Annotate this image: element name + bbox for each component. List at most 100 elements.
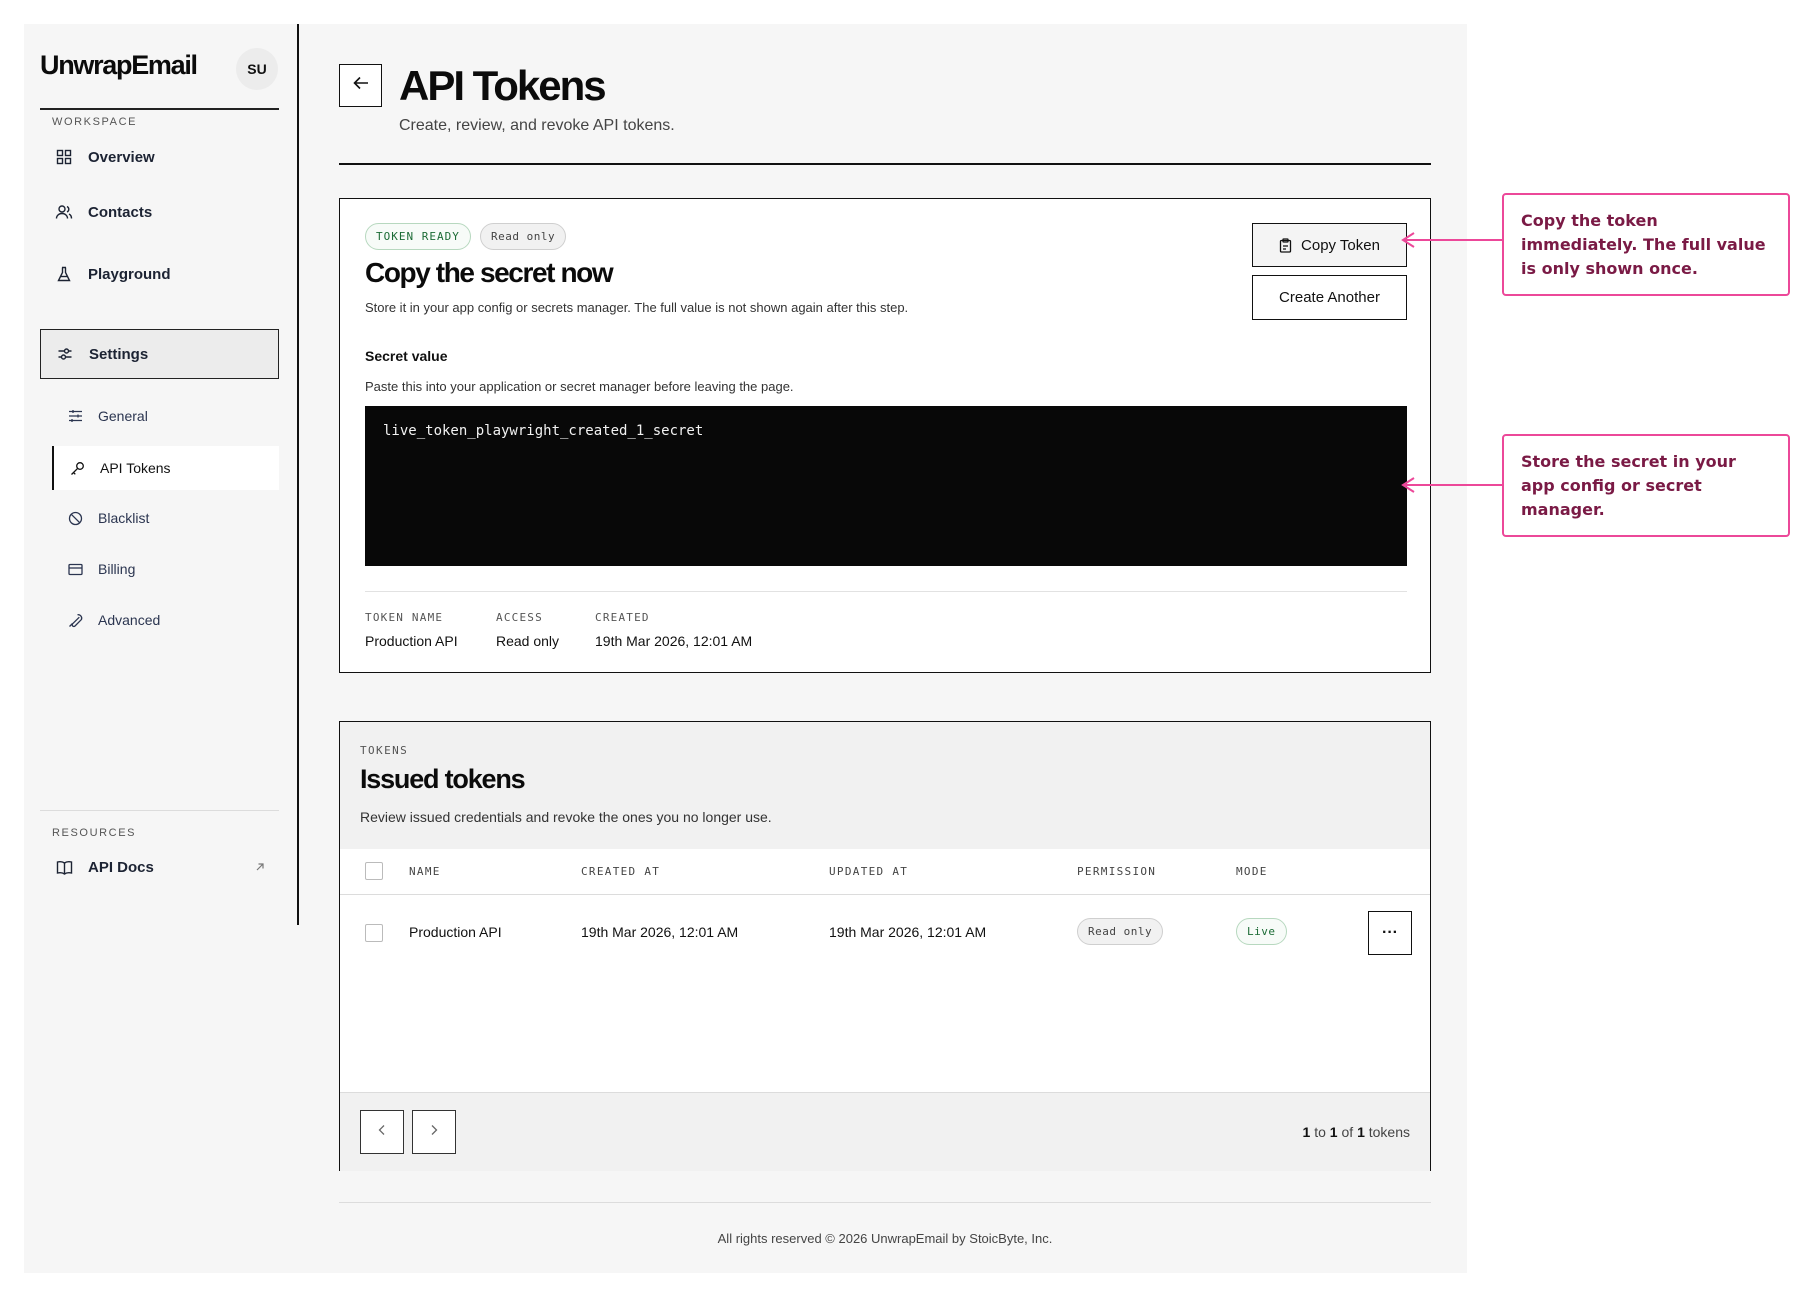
wrench-icon	[66, 611, 84, 629]
pagination: 1 to 1 of 1 tokens	[340, 1092, 1430, 1171]
annotation-arrow	[1401, 232, 1502, 248]
mode-badge: Live	[1236, 918, 1287, 945]
page-to: 1	[1329, 1124, 1338, 1140]
workspace-section-label: WORKSPACE	[52, 116, 138, 128]
settings-item-general[interactable]: General	[52, 395, 279, 437]
settings-item-label: Billing	[98, 561, 136, 577]
table-header: NAME CREATED AT UPDATED AT PERMISSION MO…	[340, 849, 1430, 895]
annotation-callout: Store the secret in your app config or s…	[1502, 434, 1790, 537]
page-from: 1	[1302, 1124, 1311, 1140]
annotation-callout: Copy the token immediately. The full val…	[1502, 193, 1790, 296]
sidebar-item-api-docs[interactable]: API Docs	[40, 843, 279, 891]
secret-value-label: Secret value	[365, 348, 448, 364]
created-meta: CREATED 19th Mar 2026, 12:01 AM	[595, 611, 752, 649]
create-another-button[interactable]: Create Another	[1252, 275, 1407, 320]
app-window: UnwrapEmail SU WORKSPACE Overview Contac…	[24, 24, 1467, 1273]
page-of-word: of	[1341, 1124, 1354, 1140]
column-header-updated-at[interactable]: UPDATED AT	[829, 865, 908, 878]
settings-item-label: Blacklist	[98, 510, 150, 526]
secret-value-hint: Paste this into your application or secr…	[365, 379, 794, 394]
row-checkbox[interactable]	[365, 924, 383, 942]
divider	[365, 591, 1407, 592]
resources-section-label: RESOURCES	[52, 827, 137, 839]
meta-label: CREATED	[595, 611, 650, 624]
next-page-button[interactable]	[412, 1110, 456, 1154]
meta-label: TOKEN NAME	[365, 611, 444, 624]
settings-item-label: API Tokens	[100, 460, 171, 476]
meta-label: ACCESS	[496, 611, 543, 624]
grid-icon	[54, 147, 74, 167]
secret-card-description: Store it in your app config or secrets m…	[365, 300, 909, 315]
select-all-checkbox[interactable]	[365, 862, 383, 880]
secret-card-title: Copy the secret now	[365, 257, 614, 288]
sidebar-item-label: Settings	[89, 345, 149, 363]
secret-value-box[interactable]: live_token_playwright_created_1_secret	[365, 406, 1407, 566]
sidebar-item-contacts[interactable]: Contacts	[40, 188, 279, 236]
column-header-mode[interactable]: MODE	[1236, 865, 1268, 878]
tokens-title: Issued tokens	[360, 764, 526, 794]
copy-token-button[interactable]: Copy Token	[1252, 223, 1407, 267]
sidebar-item-overview[interactable]: Overview	[40, 133, 279, 181]
tokens-card: TOKENS Issued tokens Review issued crede…	[339, 721, 1431, 1171]
chevron-left-icon	[378, 1123, 386, 1141]
settings-item-advanced[interactable]: Advanced	[52, 599, 279, 641]
meta-value: Production API	[365, 633, 458, 649]
arrow-up-right-icon	[255, 859, 265, 876]
flask-icon	[54, 264, 74, 284]
chevron-right-icon	[430, 1123, 438, 1141]
credit-card-icon	[66, 560, 84, 578]
sliders-icon	[55, 344, 75, 364]
users-icon	[54, 202, 74, 222]
back-button[interactable]	[339, 64, 382, 107]
settings-item-label: General	[98, 408, 148, 424]
arrow-left-icon	[352, 76, 369, 95]
previous-page-button[interactable]	[360, 1110, 404, 1154]
settings-item-label: Advanced	[98, 612, 161, 628]
pagination-info: 1 to 1 of 1 tokens	[1303, 1124, 1410, 1140]
meta-value: 19th Mar 2026, 12:01 AM	[595, 633, 753, 649]
token-ready-badge: TOKEN READY	[365, 223, 471, 250]
row-actions-menu-button[interactable]: ···	[1368, 911, 1412, 955]
created-at-cell: 19th Mar 2026, 12:01 AM	[581, 924, 739, 940]
column-header-permission[interactable]: PERMISSION	[1077, 865, 1156, 878]
access-meta: ACCESS Read only	[496, 611, 559, 649]
tokens-card-header: TOKENS Issued tokens Review issued crede…	[340, 722, 1430, 850]
updated-at-cell: 19th Mar 2026, 12:01 AM	[829, 924, 987, 940]
sliders-horizontal-icon	[66, 407, 84, 425]
sidebar-item-playground[interactable]: Playground	[40, 250, 279, 298]
footer-divider	[339, 1202, 1431, 1203]
meta-value: Read only	[496, 633, 560, 649]
access-badge: Read only	[480, 223, 567, 250]
key-icon	[68, 459, 86, 477]
copy-token-label: Copy Token	[1301, 236, 1380, 254]
sidebar-item-label: Overview	[88, 148, 155, 166]
page-subtitle: Create, review, and revoke API tokens.	[399, 117, 675, 134]
divider	[40, 108, 279, 110]
header-divider	[339, 163, 1431, 165]
user-avatar[interactable]: SU	[236, 48, 278, 90]
clipboard-icon	[1279, 237, 1292, 253]
token-name-cell: Production API	[409, 924, 502, 940]
sidebar-item-label: Playground	[88, 265, 171, 283]
book-icon	[54, 857, 74, 877]
page-total: 1	[1357, 1124, 1365, 1140]
sidebar-item-settings[interactable]: Settings	[40, 329, 279, 379]
settings-item-billing[interactable]: Billing	[52, 548, 279, 590]
divider	[40, 810, 279, 811]
settings-item-blacklist[interactable]: Blacklist	[52, 497, 279, 539]
tokens-description: Review issued credentials and revoke the…	[360, 809, 772, 825]
sidebar-item-label: Contacts	[88, 203, 153, 221]
ban-icon	[66, 509, 84, 527]
footer-text: All rights reserved © 2026 UnwrapEmail b…	[717, 1231, 1053, 1246]
sidebar-item-label: API Docs	[88, 858, 154, 876]
page-to-word: to	[1314, 1124, 1326, 1140]
table-row[interactable]: Production API 19th Mar 2026, 12:01 AM 1…	[340, 894, 1430, 972]
page-unit: tokens	[1368, 1124, 1410, 1140]
permission-badge: Read only	[1077, 918, 1164, 945]
secret-card: TOKEN READY Read only Copy the secret no…	[339, 198, 1431, 673]
settings-item-api-tokens[interactable]: API Tokens	[52, 446, 279, 490]
column-header-name[interactable]: NAME	[409, 865, 441, 878]
tokens-eyebrow: TOKENS	[360, 744, 409, 757]
column-header-created-at[interactable]: CREATED AT	[581, 865, 660, 878]
brand-logo[interactable]: UnwrapEmail	[40, 50, 198, 81]
